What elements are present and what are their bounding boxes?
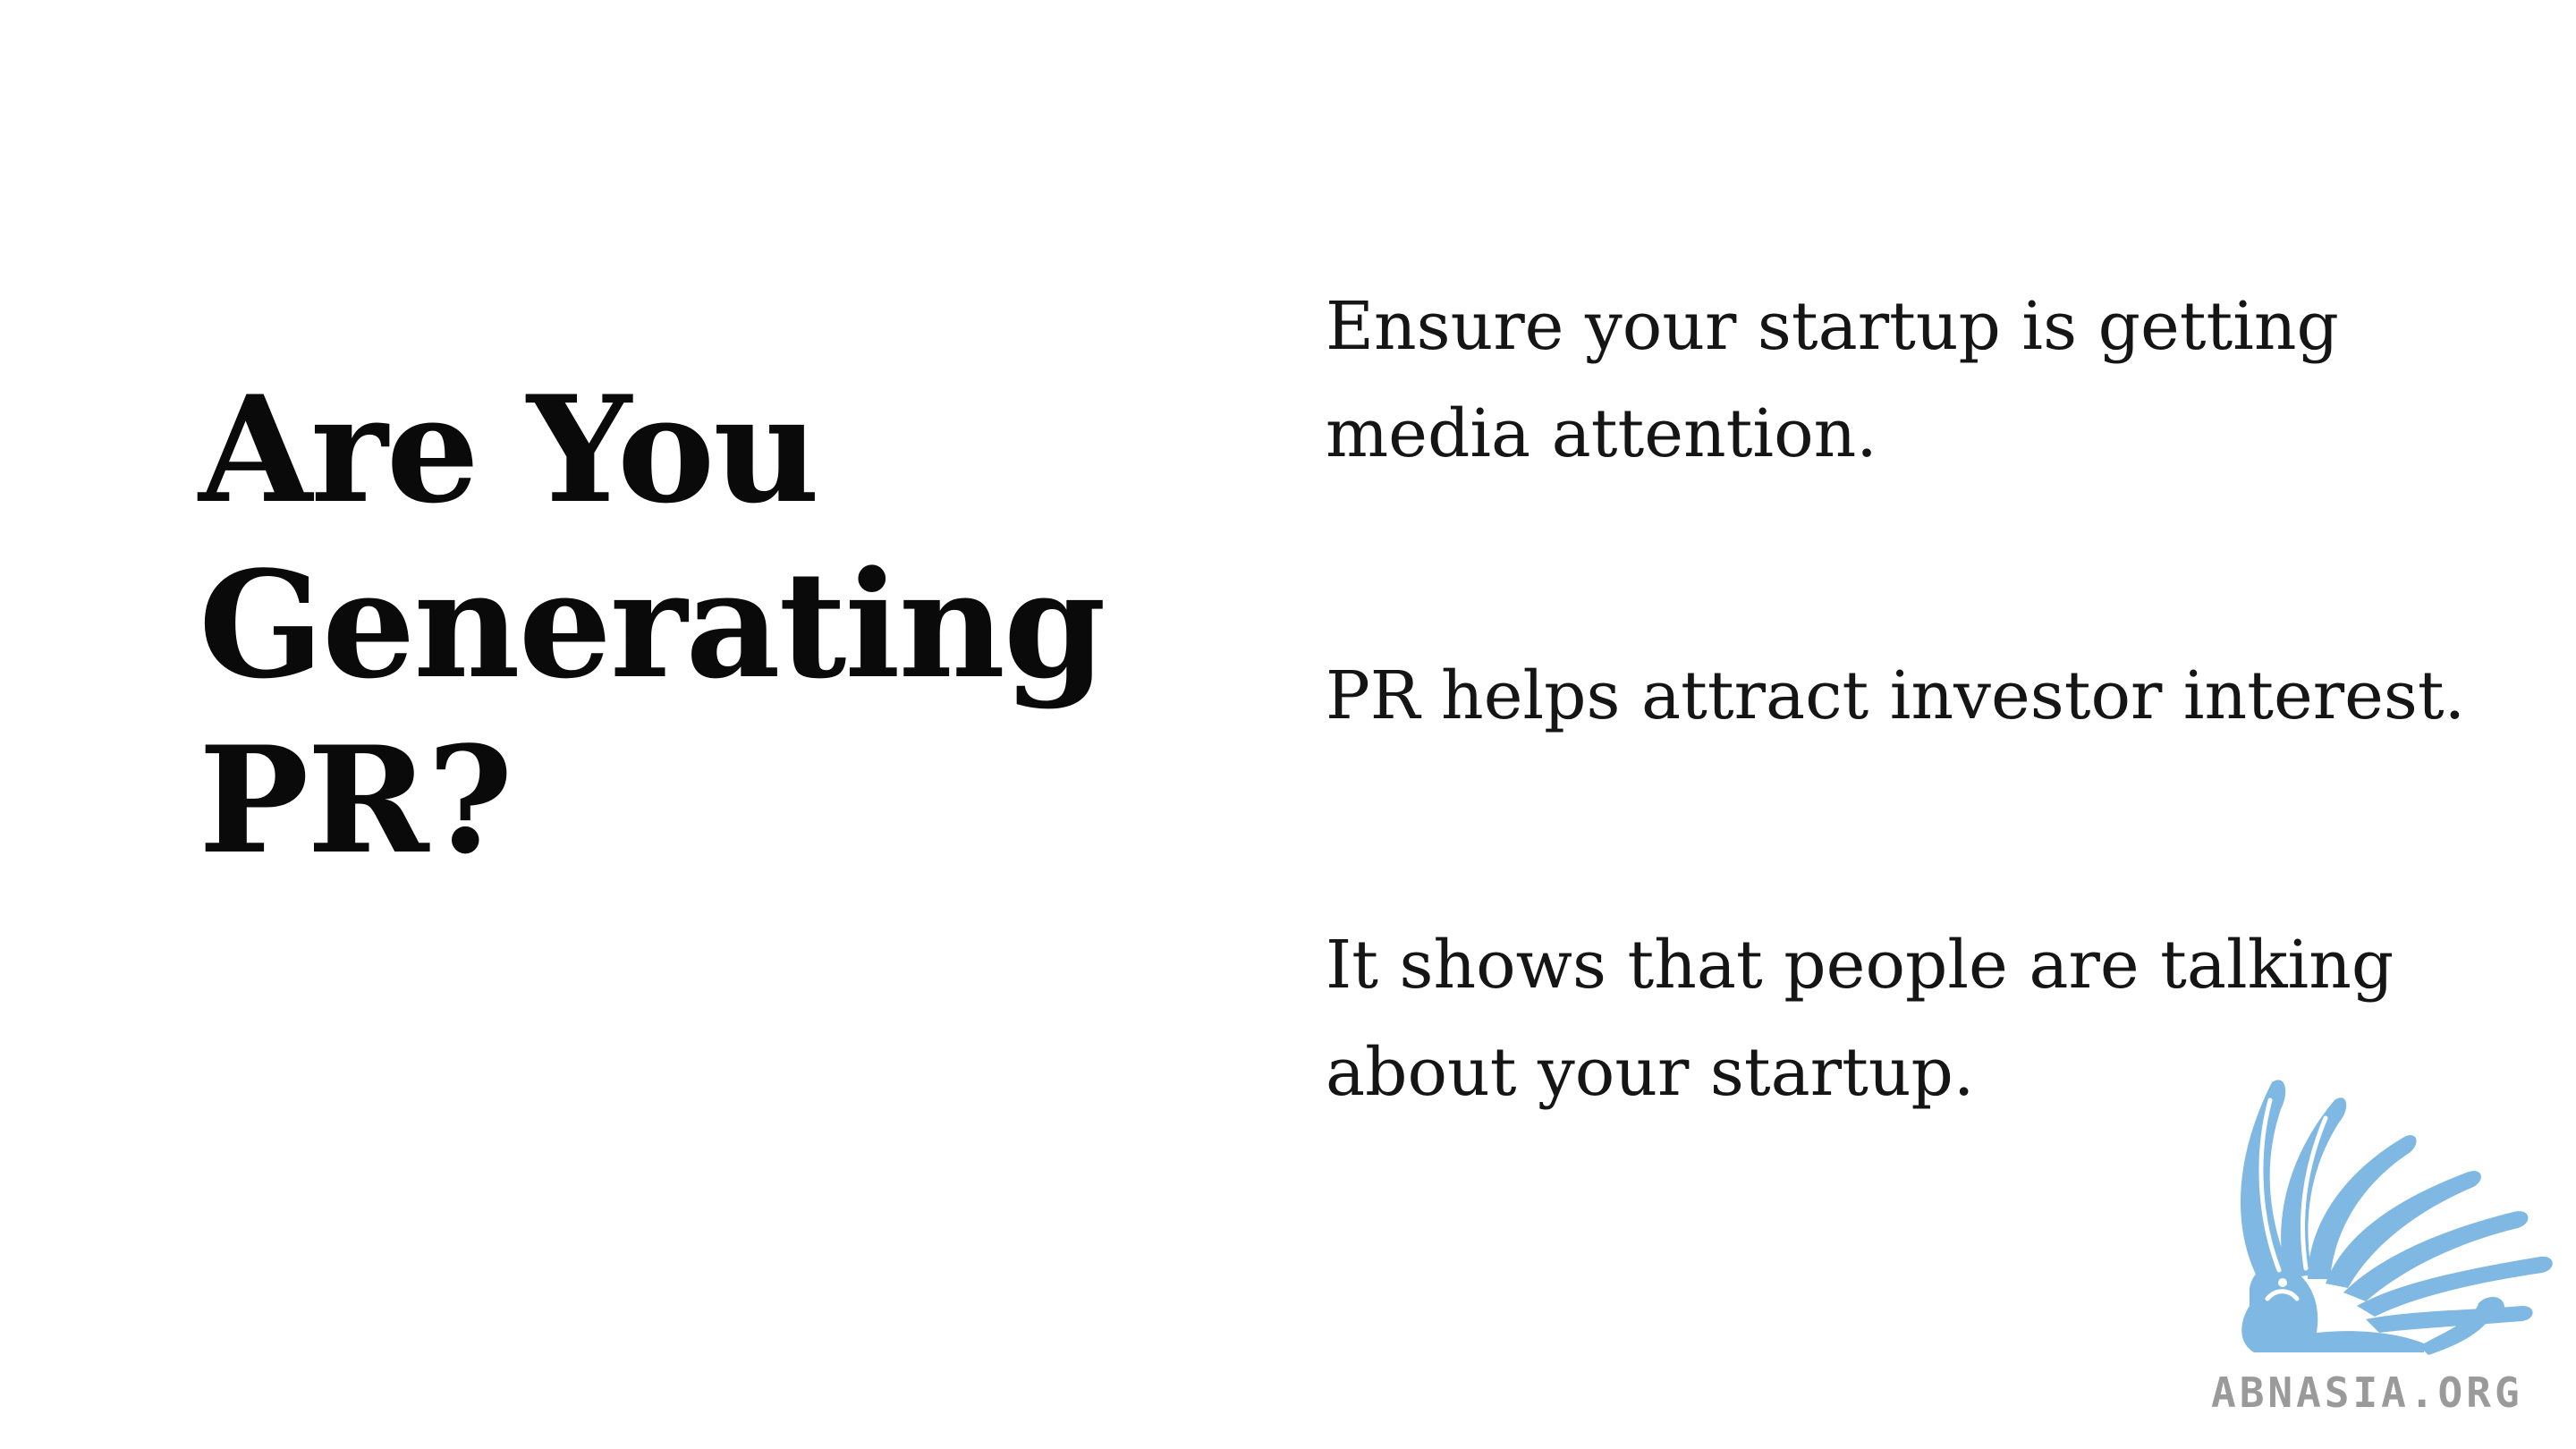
point-media-attention: Ensure your startup is getting media att… — [1326, 273, 2339, 487]
title-line-3: PR? — [199, 714, 513, 886]
point-1-line-2: media attention. — [1326, 395, 1877, 472]
griffin-icon — [2241, 1080, 2553, 1355]
abnasia-logo: ABNASIA.ORG — [2200, 1064, 2576, 1422]
logo-text: ABNASIA.ORG — [2211, 1368, 2523, 1417]
point-1-line-1: Ensure your startup is getting — [1326, 288, 2339, 365]
point-2-line-1: PR helps attract investor interest. — [1326, 657, 2466, 734]
title-line-1: Are You — [199, 363, 820, 536]
point-3-line-1: It shows that people are talking — [1326, 927, 2394, 1004]
slide: Are You Generating PR? Ensure your start… — [0, 0, 2576, 1449]
point-investor-interest: PR helps attract investor interest. — [1326, 642, 2465, 750]
slide-title: Are You Generating PR? — [199, 362, 1182, 888]
title-line-2: Generating — [199, 538, 1106, 711]
